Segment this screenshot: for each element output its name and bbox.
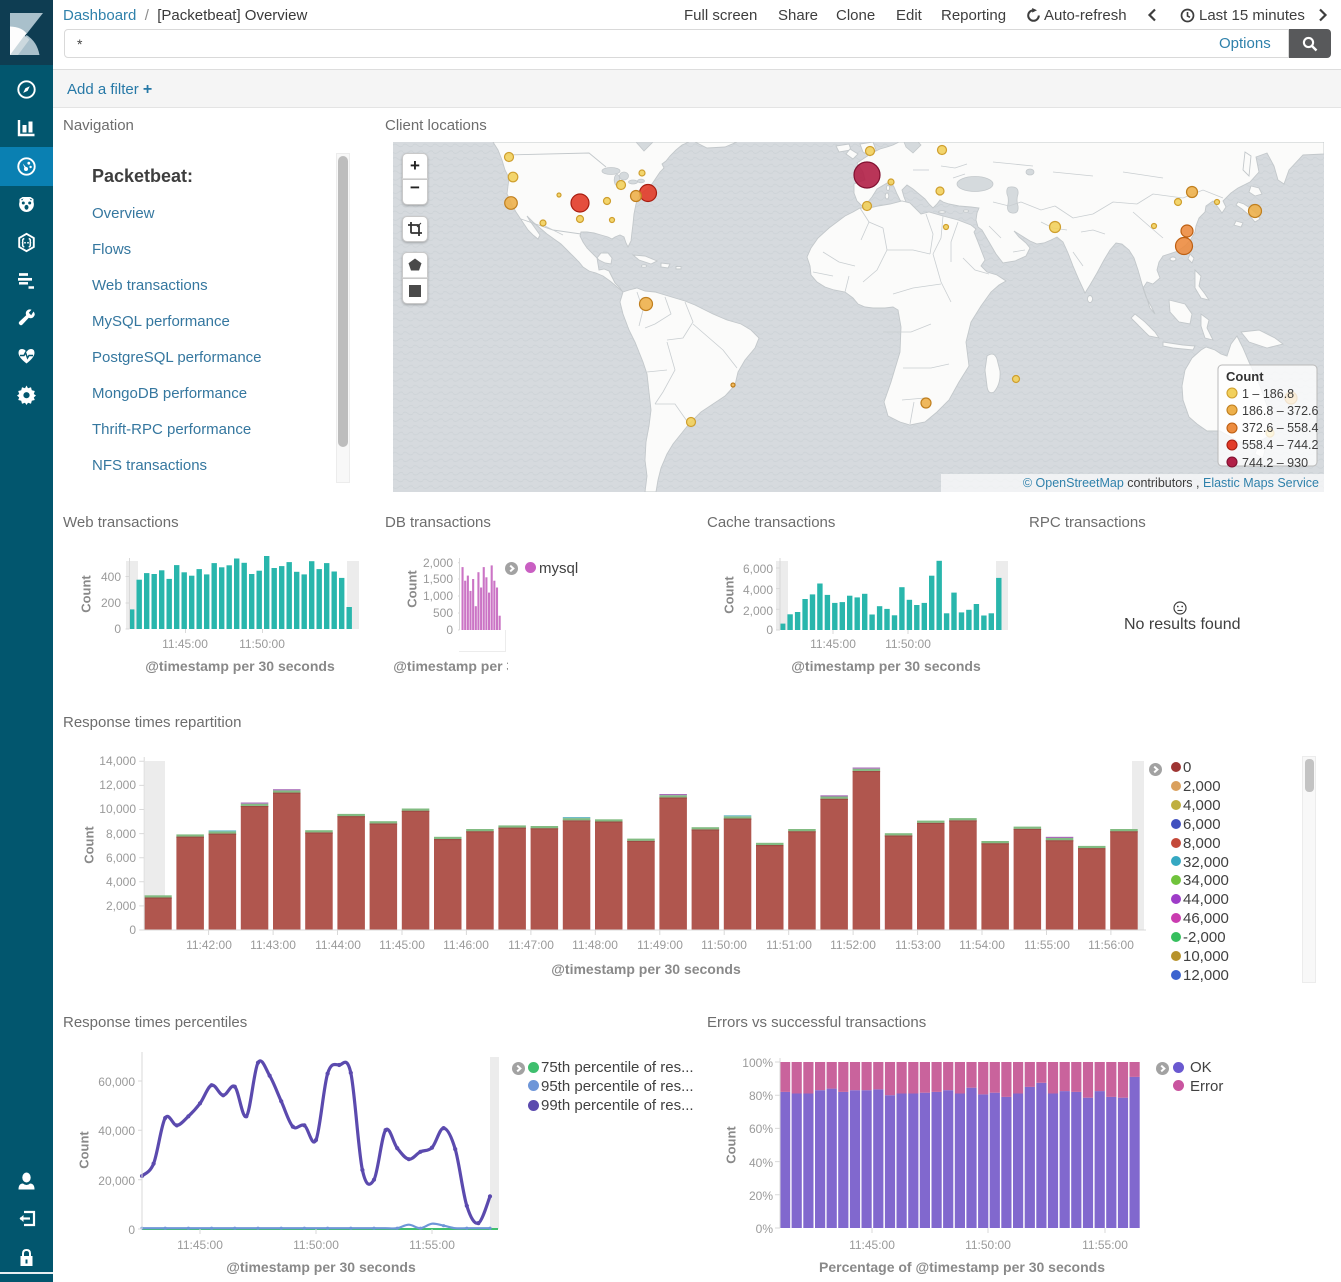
svg-text:1 – 186.8: 1 – 186.8 (1242, 387, 1294, 401)
svg-text:744.2 – 930: 744.2 – 930 (1242, 456, 1308, 470)
svg-text:558.4 – 744.2: 558.4 – 744.2 (1242, 438, 1319, 452)
svg-text:Count: Count (1226, 369, 1264, 384)
svg-text:186.8 – 372.6: 186.8 – 372.6 (1242, 404, 1319, 418)
svg-text:372.6 – 558.4: 372.6 – 558.4 (1242, 421, 1319, 435)
svg-text:© OpenStreetMap contributors ,: © OpenStreetMap contributors , Elastic M… (1023, 476, 1319, 490)
